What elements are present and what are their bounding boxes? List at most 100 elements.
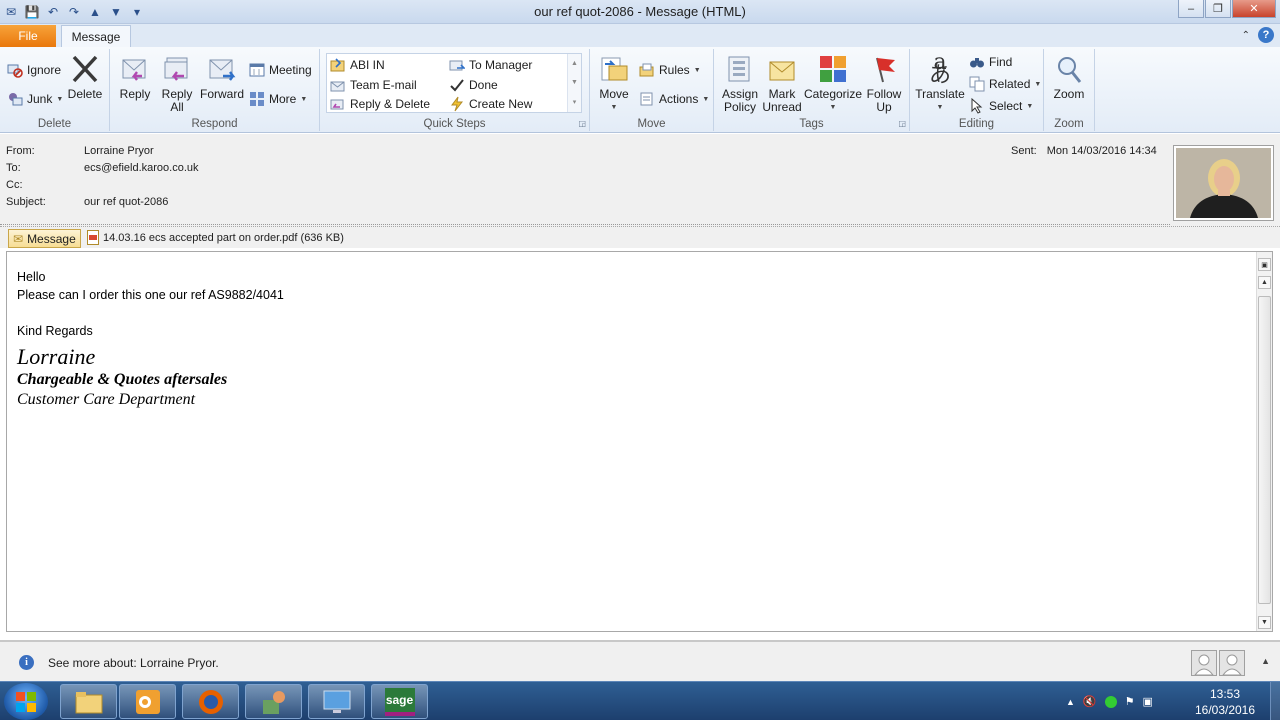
move-label: Move [599, 87, 629, 101]
junk-label: Junk [27, 92, 53, 106]
view-options-icon[interactable]: ▣ [1258, 258, 1271, 271]
assign-policy-button[interactable]: Assign Policy [718, 53, 762, 114]
find-button[interactable]: Find [969, 53, 1012, 71]
quick-step-create-new[interactable]: Create New [449, 95, 532, 113]
start-button[interactable] [4, 683, 48, 720]
quick-step-done[interactable]: Done [449, 76, 498, 94]
junk-dropdown-icon: ▼ [56, 95, 64, 103]
magnifier-icon [1053, 53, 1085, 85]
quick-step-abi-in[interactable]: ABI IN [330, 56, 385, 74]
from-value[interactable]: Lorraine Pryor [84, 145, 154, 157]
quick-steps-scroll[interactable]: ▲ ▼ ▾ [567, 54, 581, 112]
clock[interactable]: 13:53 16/03/2016 [1185, 686, 1265, 718]
follow-up-button[interactable]: Follow Up [864, 53, 904, 114]
assign-policy-icon [724, 53, 756, 85]
taskbar-remote-desktop[interactable] [308, 684, 365, 719]
checkmark-icon [450, 79, 464, 92]
junk-button[interactable]: Junk ▼ [7, 90, 63, 108]
scroll-thumb[interactable] [1258, 296, 1271, 604]
minimize-button[interactable]: – [1178, 0, 1204, 18]
attachment-name: 14.03.16 ecs accepted part on order.pdf … [103, 231, 344, 244]
status-green-icon[interactable] [1104, 695, 1117, 708]
body-scrollbar[interactable]: ▣ ▲ ▼ [1256, 252, 1272, 631]
cursor-icon [971, 98, 983, 114]
forward-button[interactable]: Forward [200, 53, 244, 101]
help-icon[interactable]: ? [1258, 27, 1274, 43]
quick-step-to-manager[interactable]: To Manager [449, 56, 532, 74]
volume-muted-icon[interactable]: 🔇 [1083, 695, 1097, 708]
editing-group-label: Editing [958, 118, 995, 130]
select-button[interactable]: Select ▼ [969, 97, 1033, 115]
rules-label: Rules [659, 63, 690, 77]
ribbon-tabs: File Message ⌃ ? [0, 24, 1280, 48]
actions-button[interactable]: Actions ▼ [639, 90, 709, 108]
scroll-up-arrow-icon[interactable]: ▲ [1258, 276, 1271, 289]
taskbar-sage[interactable]: sage [371, 684, 428, 719]
ignore-button[interactable]: Ignore [7, 61, 61, 79]
message-body[interactable]: Hello Please can I order this one our re… [6, 251, 1273, 632]
quick-step-team-email[interactable]: Team E-mail [330, 76, 417, 94]
people-pane-text[interactable]: See more about: Lorraine Pryor. [48, 656, 219, 670]
categorize-button[interactable]: Categorize ▼ [804, 53, 862, 114]
quick-steps-dialog-launcher-icon[interactable]: ◲ [578, 119, 586, 128]
sender-photo[interactable] [1173, 145, 1274, 221]
zoom-button[interactable]: Zoom [1049, 53, 1089, 101]
translate-button[interactable]: aあ Translate ▼ [914, 52, 966, 114]
select-label: Select [989, 99, 1023, 113]
message-tab[interactable]: ✉ Message [8, 229, 81, 248]
scroll-down-icon[interactable]: ▼ [571, 79, 578, 86]
folder-icon [75, 691, 102, 713]
more-button[interactable]: More ▼ [249, 90, 307, 108]
move-button[interactable]: Move ▼ [596, 53, 632, 114]
message-header: From: Lorraine Pryor To: ecs@efield.karo… [0, 134, 1280, 226]
tab-file[interactable]: File [0, 25, 56, 47]
taskbar-outlook[interactable] [119, 684, 176, 719]
expand-people-pane-icon[interactable]: ▲ [1261, 656, 1270, 666]
flag-tray-icon[interactable]: ⚑ [1125, 695, 1135, 708]
person-avatar-icon[interactable] [1191, 650, 1217, 676]
taskbar-explorer[interactable] [60, 684, 117, 719]
minimize-ribbon-icon[interactable]: ⌃ [1242, 30, 1250, 41]
attachment-file[interactable]: 14.03.16 ecs accepted part on order.pdf … [87, 230, 344, 245]
network-icon[interactable]: ▣ [1143, 695, 1153, 708]
taskbar-app[interactable] [245, 684, 302, 719]
to-value[interactable]: ecs@efield.karoo.co.uk [84, 162, 199, 174]
tags-dialog-launcher-icon[interactable]: ◲ [898, 119, 906, 128]
more-icon [250, 92, 264, 106]
translate-dropdown-icon: ▼ [936, 104, 944, 111]
delete-button[interactable]: Delete [67, 53, 103, 101]
person-avatar-icon[interactable] [1219, 650, 1245, 676]
related-button[interactable]: Related ▼ [969, 75, 1041, 93]
related-label: Related [989, 77, 1031, 91]
scroll-down-arrow-icon[interactable]: ▼ [1258, 616, 1271, 629]
rules-button[interactable]: Rules ▼ [639, 61, 701, 79]
quick-step-reply-delete[interactable]: Reply & Delete [330, 95, 430, 113]
forward-arrow-icon [449, 60, 465, 71]
closing: Kind Regards [17, 324, 93, 338]
tray-expand-icon[interactable]: ▲ [1066, 697, 1075, 707]
junk-icon [9, 93, 23, 106]
mark-unread-button[interactable]: Mark Unread [762, 53, 802, 114]
ignore-icon [7, 64, 23, 78]
actions-label: Actions [659, 92, 699, 106]
taskbar-firefox[interactable] [182, 684, 239, 719]
header-divider [0, 224, 1170, 225]
reply-button[interactable]: Reply [116, 53, 154, 101]
outlook-icon [135, 689, 160, 714]
meeting-button[interactable]: Meeting [249, 61, 312, 79]
clock-date: 16/03/2016 [1194, 703, 1256, 717]
show-desktop-button[interactable] [1270, 682, 1280, 720]
flag-icon [868, 53, 900, 85]
tab-message[interactable]: Message [61, 25, 131, 48]
cc-label: Cc: [6, 179, 23, 191]
expand-gallery-icon[interactable]: ▾ [573, 98, 577, 106]
maximize-button[interactable]: ❐ [1205, 0, 1231, 18]
reply-all-button[interactable]: Reply All [157, 53, 197, 114]
subject-label: Subject: [6, 196, 46, 208]
title-bar: ✉ 💾 ↶ ↷ ▲ ▼ ▾ our ref quot-2086 - Messag… [0, 0, 1280, 24]
tags-group-label: Tags [799, 118, 824, 130]
tags-group: Assign Policy Mark Unread Categorize ▼ F… [714, 49, 910, 131]
delete-icon [69, 53, 101, 85]
scroll-up-icon[interactable]: ▲ [571, 60, 578, 67]
close-button[interactable]: ✕ [1232, 0, 1276, 18]
